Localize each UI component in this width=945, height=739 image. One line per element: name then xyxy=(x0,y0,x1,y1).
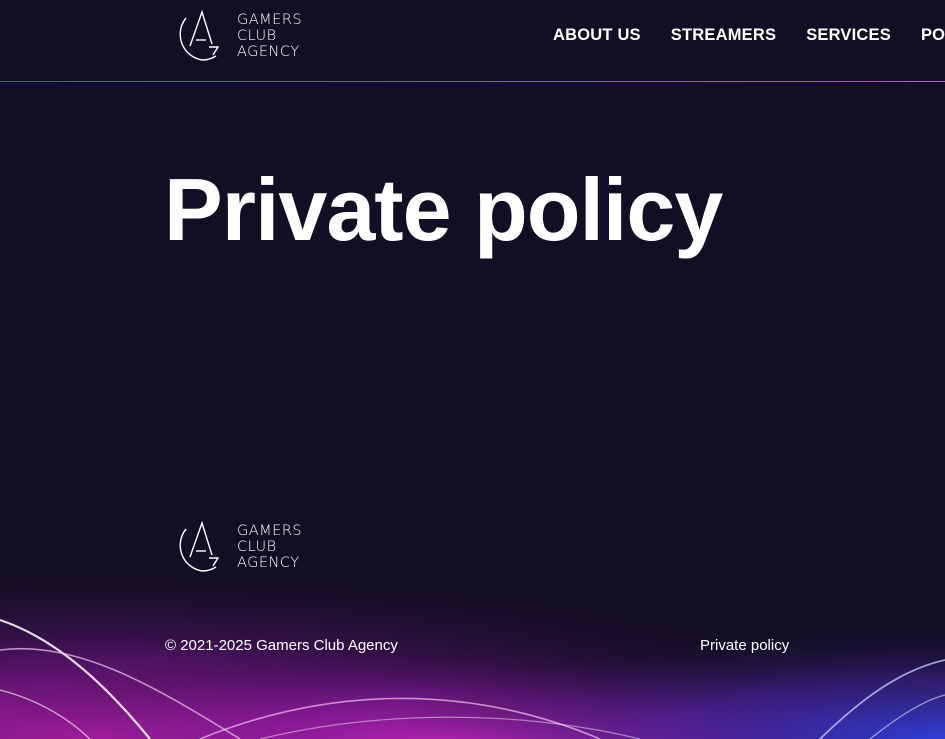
header-divider xyxy=(0,81,945,82)
nav-portfolio[interactable]: POR xyxy=(921,24,945,46)
site-header: GAMERS CLUB AGENCY ABOUT US STREAMERS SE… xyxy=(0,0,945,81)
logo-wordmark: GAMERS CLUB AGENCY xyxy=(237,12,302,60)
logo-line-gamers: GAMERS xyxy=(237,12,303,28)
logo-line-agency: AGENCY xyxy=(237,555,300,571)
footer-logo-link[interactable]: GAMERS CLUB AGENCY xyxy=(172,519,302,575)
nav-services[interactable]: SERVICES xyxy=(806,24,891,46)
logo-line-club: CLUB xyxy=(237,28,277,44)
header-logo-link[interactable]: GAMERS CLUB AGENCY xyxy=(172,8,302,64)
logo-wordmark: GAMERS CLUB AGENCY xyxy=(237,523,302,571)
page-title: Private policy xyxy=(164,160,723,259)
footer-neon-waves xyxy=(0,540,945,739)
logo-icon xyxy=(179,9,220,61)
main-nav: ABOUT US STREAMERS SERVICES POR xyxy=(553,24,945,46)
logo-line-gamers: GAMERS xyxy=(237,523,303,539)
logo-line-club: CLUB xyxy=(237,539,277,555)
logo-icon xyxy=(179,520,220,572)
private-policy-link[interactable]: Private policy xyxy=(700,636,789,656)
logo-line-agency: AGENCY xyxy=(237,44,300,60)
copyright-text: © 2021-2025 Gamers Club Agency xyxy=(165,637,398,654)
nav-about-us[interactable]: ABOUT US xyxy=(553,24,641,46)
page: GAMERS CLUB AGENCY ABOUT US STREAMERS SE… xyxy=(0,0,945,739)
nav-streamers[interactable]: STREAMERS xyxy=(671,24,776,46)
